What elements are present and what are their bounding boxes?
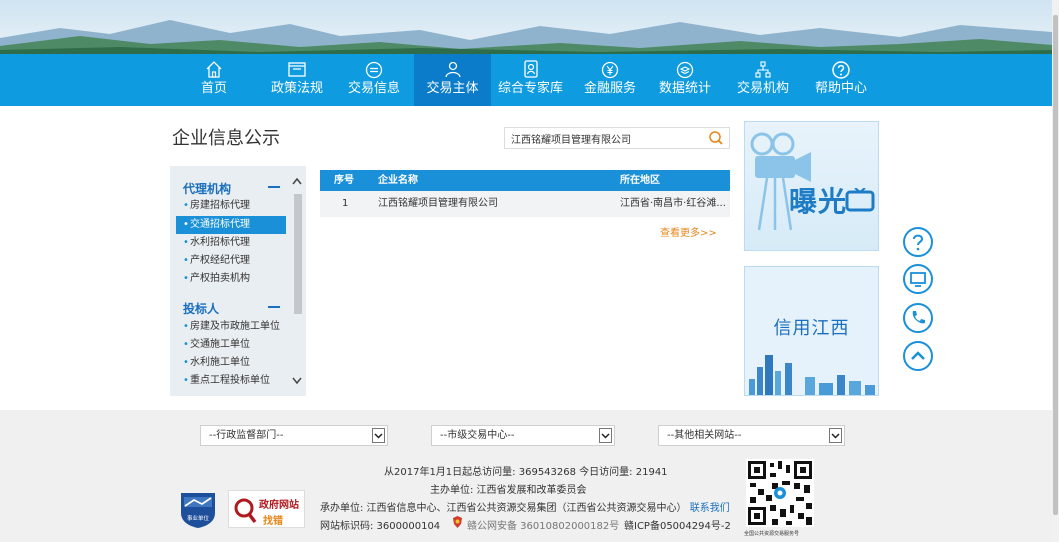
nav-label: 综合专家库: [497, 81, 563, 96]
chevron-down-icon: [372, 428, 385, 443]
chevron-down-icon: [829, 428, 842, 443]
sidebar-item[interactable]: •房建及市政施工单位: [176, 318, 286, 336]
nav-label: 首页: [200, 81, 227, 96]
cell-index: 1: [342, 198, 349, 209]
monitor-icon[interactable]: [902, 263, 934, 295]
nav-item-trade-info[interactable]: 交易信息: [337, 54, 411, 106]
category-agency-title[interactable]: 代理机构: [183, 180, 231, 197]
exposure-banner[interactable]: 曝光: [744, 121, 879, 251]
nav-item-finance[interactable]: 金融服务: [574, 54, 646, 106]
yuan-icon: [601, 61, 619, 79]
nav-label: 帮助中心: [814, 81, 867, 96]
tv-icon: [845, 188, 875, 212]
nav-label: 交易机构: [736, 81, 789, 96]
sidebar-item[interactable]: •水利招标代理: [176, 234, 286, 252]
search-input[interactable]: [505, 128, 701, 148]
collapse-icon[interactable]: [268, 306, 280, 308]
chevron-down-icon: [599, 428, 612, 443]
main-nav: 首页 政策法规 交易信息 交易主体 综合专家库 金融服务 数据统计 交易机构 帮…: [0, 54, 1052, 106]
cell-company-name[interactable]: 江西铭耀项目管理有限公司: [378, 191, 498, 217]
search-box: [504, 127, 730, 149]
more-link[interactable]: 查看更多>>: [660, 224, 717, 239]
collapse-icon[interactable]: [268, 186, 280, 188]
select-value: --行政监督部门--: [209, 430, 284, 441]
nav-label: 金融服务: [583, 81, 636, 96]
qr-code-image: [746, 459, 814, 527]
org-chart-icon: [755, 61, 771, 78]
nav-label: 交易信息: [347, 81, 400, 96]
sidebar-item-active[interactable]: •交通招标代理: [176, 216, 286, 234]
column-header-index: 序号: [334, 175, 354, 186]
site-id: 网站标识码: 3600000104: [320, 521, 441, 532]
host-unit: 主办单位: 江西省发展和改革委员会: [430, 485, 587, 496]
phone-icon[interactable]: [902, 302, 934, 334]
badge-text: 事业单位: [187, 514, 210, 522]
sidebar-scroll-thumb[interactable]: [294, 194, 302, 314]
user-icon: [444, 61, 461, 78]
select-value: --市级交易中心--: [440, 430, 515, 441]
nav-label: 政策法规: [270, 81, 323, 96]
nav-item-policy[interactable]: 政策法规: [258, 54, 336, 106]
sidebar-item[interactable]: •产权经纪代理: [176, 252, 286, 270]
nav-item-help[interactable]: 帮助中心: [808, 54, 874, 106]
sidebar-item[interactable]: •房建招标代理: [176, 197, 286, 215]
help-icon[interactable]: [902, 226, 934, 258]
exposure-text: 曝光: [789, 185, 848, 218]
city-skyline-image: [749, 355, 875, 395]
credit-jiangxi-banner[interactable]: 信用江西: [744, 266, 879, 396]
related-sites-select[interactable]: --其他相关网站--: [658, 425, 845, 446]
qr-caption: 全国公共资源交易服务号: [744, 531, 800, 537]
folder-icon: [288, 62, 306, 77]
credit-jiangxi-text: 信用江西: [773, 318, 850, 339]
nav-item-home[interactable]: 首页: [183, 54, 245, 106]
icp-record: 赣ICP备05004294号-2: [624, 521, 731, 532]
data-icon: [676, 61, 694, 79]
nav-item-experts[interactable]: 综合专家库: [494, 54, 567, 106]
select-value: --其他相关网站--: [667, 430, 742, 441]
category-bidder-title[interactable]: 投标人: [183, 300, 219, 317]
magnifier-logo-icon: [234, 498, 257, 524]
page-title: 企业信息公示: [172, 128, 280, 149]
company-table: 序号 企业名称 所在地区 1 江西铭耀项目管理有限公司 江西省·南昌市·红谷滩.…: [320, 170, 730, 217]
help-icon: [832, 61, 850, 79]
contact-us-link[interactable]: 联系我们: [690, 503, 730, 514]
nav-label: 交易主体: [426, 81, 479, 96]
police-badge-icon: [453, 516, 462, 528]
search-icon[interactable]: [705, 129, 727, 147]
gov-site-error-report[interactable]: 政府网站 找错: [228, 490, 305, 528]
mountain-landscape-image: [0, 20, 1052, 54]
nav-item-trade-subject[interactable]: 交易主体: [414, 54, 491, 106]
nav-item-statistics[interactable]: 数据统计: [652, 54, 718, 106]
home-icon: [206, 61, 222, 78]
column-header-name: 企业名称: [378, 175, 418, 186]
nav-label: 数据统计: [658, 81, 711, 96]
find-error-label: 找错: [263, 516, 283, 527]
public-institution-badge[interactable]: 事业单位: [178, 489, 218, 529]
column-header-region: 所在地区: [620, 175, 660, 186]
category-sidebar: 代理机构 •房建招标代理 •交通招标代理 •水利招标代理 •产权经纪代理 •产权…: [170, 166, 306, 396]
gov-site-label: 政府网站: [259, 500, 299, 511]
header-banner: [0, 0, 1052, 54]
sidebar-item[interactable]: •重点工程投标单位: [176, 372, 286, 390]
expert-icon: [523, 60, 538, 78]
table-row[interactable]: 1 江西铭耀项目管理有限公司 江西省·南昌市·红谷滩...: [320, 191, 730, 217]
nav-item-institutions[interactable]: 交易机构: [730, 54, 796, 106]
supervision-dept-select[interactable]: --行政监督部门--: [200, 425, 388, 446]
police-record-link[interactable]: 赣公网安备 36010802000182号: [467, 517, 619, 532]
undertaker-unit: 承办单位: 江西省信息中心、江西省公共资源交易集团（江西省公共资源交易中心） 联…: [320, 503, 730, 514]
sidebar-item[interactable]: •水利施工单位: [176, 354, 286, 372]
sidebar-item[interactable]: •交通施工单位: [176, 336, 286, 354]
cell-region: 江西省·南昌市·红谷滩...: [620, 198, 726, 209]
list-circle-icon: [365, 61, 383, 79]
city-center-select[interactable]: --市级交易中心--: [431, 425, 615, 446]
table-header: 序号 企业名称 所在地区: [320, 170, 730, 191]
visit-counter: 从2017年1月1日起总访问量: 369543268 今日访问量: 21941: [384, 467, 668, 478]
sidebar-item[interactable]: •产权拍卖机构: [176, 270, 286, 288]
up-icon[interactable]: [902, 340, 934, 372]
page-scroll-thumb[interactable]: [1053, 15, 1058, 515]
